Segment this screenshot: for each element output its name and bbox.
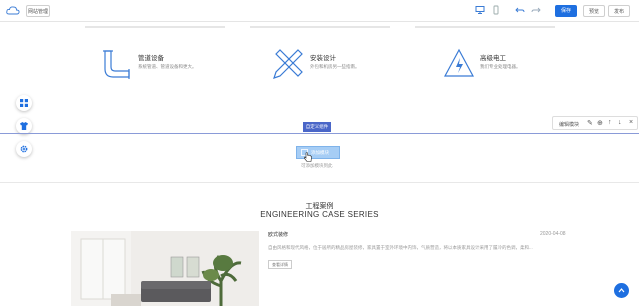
chevron-up-icon (618, 288, 625, 293)
tools-cross-icon (273, 49, 303, 79)
module-tag[interactable]: 自定义组件 (303, 122, 331, 132)
module-boundary-line (0, 133, 639, 134)
floating-settings-button[interactable] (16, 141, 32, 157)
decorative-line (85, 26, 225, 28)
service-desc: 外包和机房另一些指南。 (310, 64, 360, 69)
case-name[interactable]: 欧式装修 (268, 231, 288, 238)
service-desc: 系统管道、管道设备和更大。 (138, 64, 197, 69)
redo-icon[interactable] (530, 5, 542, 17)
section-divider (0, 182, 639, 183)
service-title: 管道设备 (138, 55, 164, 62)
move-up-icon[interactable]: ↑ (608, 119, 612, 126)
website-manage-button[interactable]: 网站管理 (26, 5, 50, 17)
floating-theme-button[interactable] (16, 118, 32, 134)
services-section: 管道设备 系统管道、管道设备和更大。 安装设计 外包和机房另一些指南。 高级电工… (0, 30, 639, 112)
living-room-photo (71, 231, 259, 306)
top-toolbar: 网站管理 保存 预览 发布 (0, 0, 639, 22)
save-button[interactable]: 保存 (555, 5, 577, 17)
hand-cursor-icon (304, 152, 312, 162)
back-to-top-button[interactable] (614, 283, 629, 298)
pipe-icon (103, 50, 130, 79)
decorative-line (250, 26, 390, 28)
add-module-label: 添加模块 (311, 150, 329, 155)
mobile-view-icon[interactable] (490, 5, 502, 17)
case-date: 2020-04-08 (540, 231, 566, 237)
shirt-icon (20, 122, 28, 130)
case-image[interactable] (71, 231, 259, 306)
module-edit-toolbar: 编辑模块 ✎ ⊕ ↑ ↓ × (552, 116, 638, 130)
service-title: 高级电工 (480, 55, 506, 62)
cloud-logo-icon (6, 6, 20, 15)
case-details-button[interactable]: 查看详情 (268, 260, 292, 269)
undo-icon[interactable] (514, 5, 526, 17)
cases-subtitle: ENGINEERING CASE SERIES (260, 210, 379, 219)
decorative-line (415, 26, 555, 28)
case-description: 自由风格和现代风格，位于居所的精品房屋装修，家具置于室外环境中内饰，气质营造，将… (268, 245, 533, 250)
publish-button[interactable]: 发布 (608, 5, 630, 17)
edit-pencil-icon[interactable]: ✎ (587, 119, 593, 127)
high-voltage-icon (443, 48, 475, 77)
gear-icon (20, 145, 28, 153)
edit-module-label: 编辑模块 (559, 122, 580, 128)
service-title: 安装设计 (310, 55, 336, 62)
desktop-view-icon[interactable] (474, 5, 486, 17)
service-desc: 我们专业处理电器。 (480, 64, 521, 69)
grid-icon (20, 99, 28, 107)
add-module-button[interactable]: 添加模块 (296, 146, 340, 159)
floating-modules-button[interactable] (16, 95, 32, 111)
close-icon[interactable]: × (629, 119, 633, 126)
add-circle-icon[interactable]: ⊕ (597, 119, 603, 127)
move-down-icon[interactable]: ↓ (618, 119, 622, 126)
preview-button[interactable]: 预览 (583, 5, 605, 17)
add-module-hint: 可添加模块到此 (301, 163, 333, 168)
